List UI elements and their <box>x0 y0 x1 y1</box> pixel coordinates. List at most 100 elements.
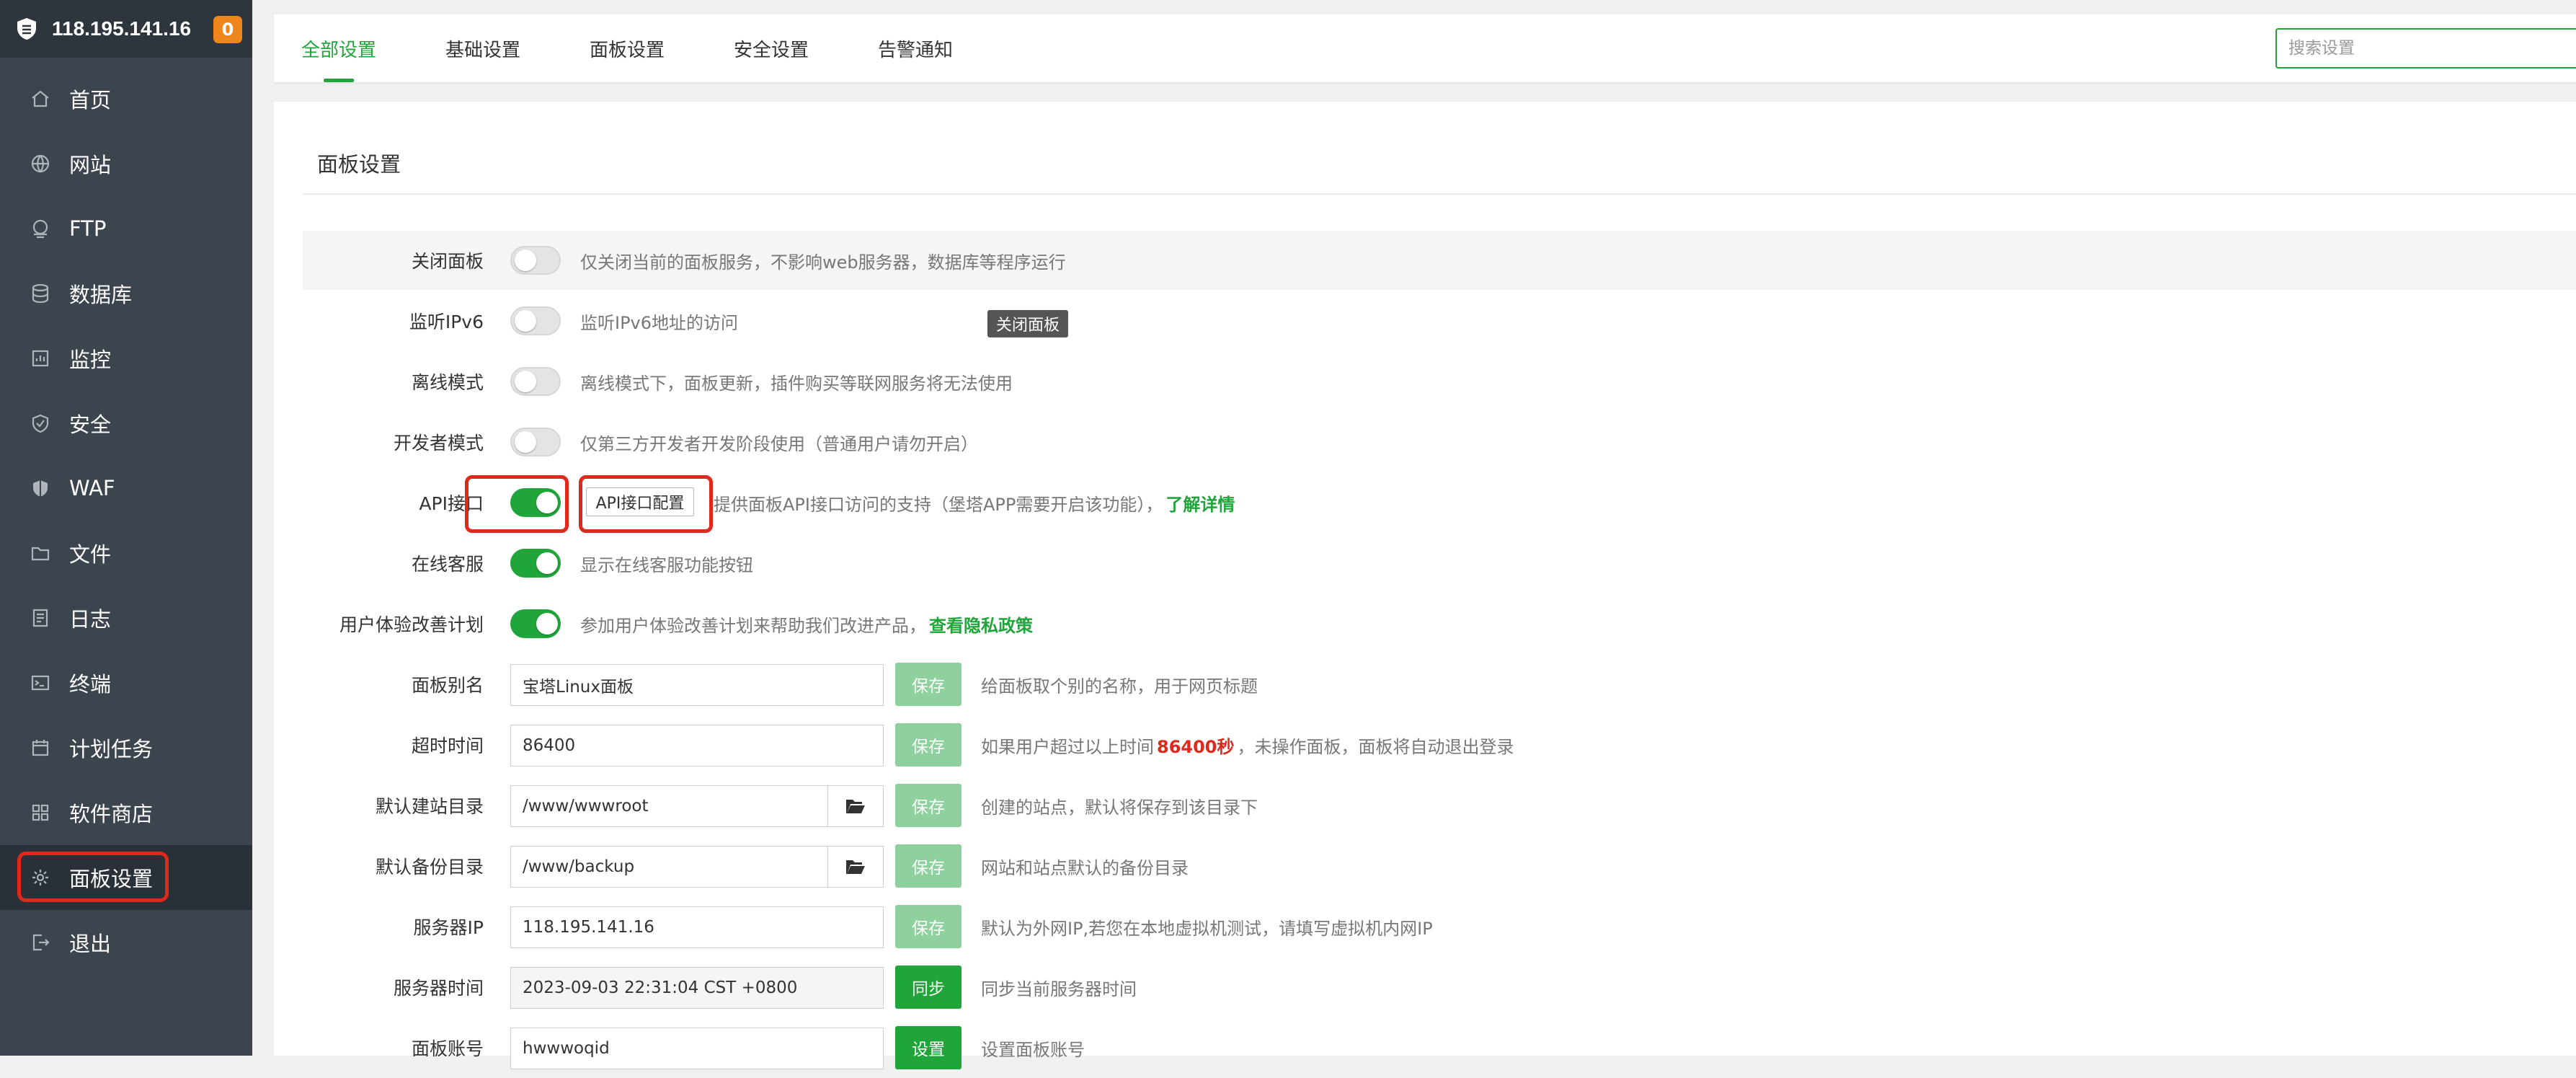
privacy-policy-link[interactable]: 查看隐私政策 <box>929 611 1033 637</box>
notification-badge[interactable]: 0 <box>213 16 242 43</box>
offline-mode-toggle[interactable] <box>510 367 561 396</box>
api-description: 提供面板API接口访问的支持（堡塔APP需要开启该功能）， <box>714 494 1163 515</box>
home-icon <box>29 87 52 110</box>
setting-description: 监听IPv6地址的访问 <box>580 312 739 333</box>
set-account-button[interactable]: 设置 <box>895 1026 961 1069</box>
toggle-knob <box>515 431 536 453</box>
setting-description: 设置面板账号 <box>981 1039 1085 1060</box>
setting-label: 默认备份目录 <box>375 857 484 878</box>
setting-label: 用户体验改善计划 <box>339 614 484 635</box>
setting-row-timeout: 超时时间 86400 保存 如果用户超过以上时间 86400秒 ，未操作面板，面… <box>0 715 2576 775</box>
setting-row-ux-plan: 用户体验改善计划 参加用户体验改善计划来帮助我们改进产品， 查看隐私政策 <box>0 593 2576 654</box>
folder-open-icon[interactable] <box>827 846 884 888</box>
api-toggle[interactable] <box>510 488 561 517</box>
section-title: 面板设置 <box>317 152 401 177</box>
sidebar-item-label: 首页 <box>69 88 112 112</box>
toggle-knob <box>515 310 536 332</box>
setting-label: 默认建站目录 <box>375 796 484 817</box>
panel-account-input[interactable]: hwwwoqid <box>510 1028 884 1069</box>
server-header: 118.195.141.16 0 <box>0 0 252 58</box>
tab-security-settings[interactable]: 安全设置 <box>728 14 814 82</box>
settings-tabbar: 全部设置 基础设置 面板设置 安全设置 告警通知 <box>274 14 2576 82</box>
save-server-ip-button[interactable]: 保存 <box>895 905 961 948</box>
panel-alias-input[interactable]: 宝塔Linux面板 <box>510 664 884 706</box>
setting-row-alias: 面板别名 宝塔Linux面板 保存 给面板取个别的名称，用于网页标题 <box>0 654 2576 715</box>
sidebar-item-home[interactable]: 首页 <box>0 66 252 131</box>
setting-description: 如果用户超过以上时间 86400秒 ，未操作面板，面板将自动退出登录 <box>981 715 1514 775</box>
globe-icon <box>29 152 52 175</box>
folder-open-icon[interactable] <box>827 785 884 827</box>
setting-label: 开发者模式 <box>393 433 484 454</box>
setting-description: 仅关闭当前的面板服务，不影响web服务器，数据库等程序运行 <box>580 252 1066 273</box>
setting-description: 提供面板API接口访问的支持（堡塔APP需要开启该功能）， 了解详情 <box>714 472 1235 533</box>
timeout-input[interactable]: 86400 <box>510 725 884 766</box>
search-settings-input[interactable] <box>2275 28 2576 69</box>
server-ip-label: 118.195.141.16 <box>52 17 192 40</box>
setting-label: 超时时间 <box>411 735 484 756</box>
setting-label: 面板账号 <box>411 1038 484 1059</box>
setting-description: 离线模式下，面板更新，插件购买等联网服务将无法使用 <box>580 373 1013 394</box>
setting-label: 离线模式 <box>411 372 484 393</box>
setting-row-api: API接口 API接口配置 提供面板API接口访问的支持（堡塔APP需要开启该功… <box>0 472 2576 533</box>
online-service-toggle[interactable] <box>510 549 561 578</box>
setting-row-ipv6: 监听IPv6 监听IPv6地址的访问 <box>0 291 2576 351</box>
timeout-desc-prefix: 如果用户超过以上时间 <box>981 736 1154 757</box>
server-time-input: 2023-09-03 22:31:04 CST +0800 <box>510 967 884 1009</box>
timeout-desc-suffix: ，未操作面板，面板将自动退出登录 <box>1237 736 1514 757</box>
setting-description: 显示在线客服功能按钮 <box>580 555 753 575</box>
toggle-knob <box>536 492 558 513</box>
ipv6-toggle[interactable] <box>510 306 561 335</box>
sync-time-button[interactable]: 同步 <box>895 966 961 1009</box>
close-panel-toggle[interactable] <box>510 246 561 275</box>
section-divider <box>303 193 2576 195</box>
toggle-knob <box>536 552 558 574</box>
setting-description: 参加用户体验改善计划来帮助我们改进产品， 查看隐私政策 <box>580 593 1033 654</box>
setting-row-server-ip: 服务器IP 118.195.141.16 保存 默认为外网IP,若您在本地虚拟机… <box>0 896 2576 957</box>
toggle-knob <box>515 371 536 392</box>
setting-row-offline: 离线模式 离线模式下，面板更新，插件购买等联网服务将无法使用 <box>0 351 2576 412</box>
sidebar-item-label: 网站 <box>69 153 112 177</box>
tab-all-settings[interactable]: 全部设置 <box>296 14 382 82</box>
setting-row-site-dir: 默认建站目录 /www/wwwroot 保存 创建的站点，默认将保存到该目录下 <box>0 775 2576 836</box>
setting-row-panel-account: 面板账号 hwwwoqid 设置 设置面板账号 <box>0 1017 2576 1078</box>
tab-panel-settings[interactable]: 面板设置 <box>584 14 670 82</box>
tab-basic-settings[interactable]: 基础设置 <box>440 14 526 82</box>
setting-label: API接口 <box>419 493 484 514</box>
save-site-dir-button[interactable]: 保存 <box>895 784 961 827</box>
setting-description: 仅第三方开发者开发阶段使用（普通用户请勿开启） <box>580 433 978 454</box>
save-backup-dir-button[interactable]: 保存 <box>895 844 961 888</box>
setting-row-developer: 开发者模式 仅第三方开发者开发阶段使用（普通用户请勿开启） <box>0 412 2576 472</box>
setting-row-server-time: 服务器时间 2023-09-03 22:31:04 CST +0800 同步 同… <box>0 957 2576 1017</box>
developer-mode-toggle[interactable] <box>510 428 561 456</box>
server-ip-input[interactable]: 118.195.141.16 <box>510 906 884 948</box>
site-dir-input[interactable]: /www/wwwroot <box>510 785 828 827</box>
learn-more-link[interactable]: 了解详情 <box>1165 490 1235 516</box>
sidebar-item-website[interactable]: 网站 <box>0 131 252 196</box>
setting-label: 服务器IP <box>413 917 484 938</box>
setting-label: 监听IPv6 <box>409 312 484 332</box>
setting-description: 给面板取个别的名称，用于网页标题 <box>981 676 1258 697</box>
save-timeout-button[interactable]: 保存 <box>895 723 961 766</box>
ux-plan-toggle[interactable] <box>510 609 561 638</box>
setting-description: 创建的站点，默认将保存到该目录下 <box>981 797 1258 818</box>
setting-label: 关闭面板 <box>411 251 484 272</box>
tab-alert-notifications[interactable]: 告警通知 <box>872 14 959 82</box>
setting-description: 同步当前服务器时间 <box>981 978 1137 999</box>
setting-description: 网站和站点默认的备份目录 <box>981 857 1189 878</box>
setting-label: 面板别名 <box>411 675 484 696</box>
setting-description: 默认为外网IP,若您在本地虚拟机测试，请填写虚拟机内网IP <box>981 918 1433 939</box>
setting-label: 在线客服 <box>411 554 484 575</box>
save-alias-button[interactable]: 保存 <box>895 663 961 706</box>
bt-logo-icon <box>14 17 39 41</box>
toggle-knob <box>536 613 558 635</box>
ux-plan-description: 参加用户体验改善计划来帮助我们改进产品， <box>580 615 926 636</box>
setting-row-backup-dir: 默认备份目录 /www/backup 保存 网站和站点默认的备份目录 <box>0 836 2576 896</box>
toggle-knob <box>515 249 536 271</box>
setting-row-online-service: 在线客服 显示在线客服功能按钮 <box>0 533 2576 593</box>
timeout-desc-highlight: 86400秒 <box>1157 736 1235 757</box>
setting-label: 服务器时间 <box>393 978 484 999</box>
api-config-button[interactable]: API接口配置 <box>586 487 694 516</box>
setting-row-close-panel: 关闭面板 仅关闭当前的面板服务，不影响web服务器，数据库等程序运行 <box>0 230 2576 291</box>
tooltip: 关闭面板 <box>987 310 1069 337</box>
backup-dir-input[interactable]: /www/backup <box>510 846 828 888</box>
